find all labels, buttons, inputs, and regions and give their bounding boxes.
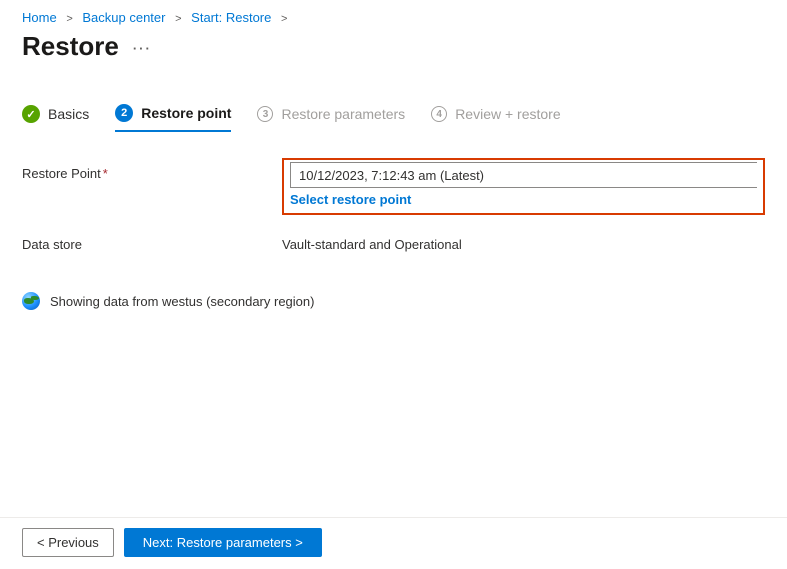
step-basics-label: Basics	[48, 106, 89, 122]
highlight-callout: Select restore point	[282, 158, 765, 215]
wizard-footer: < Previous Next: Restore parameters >	[0, 517, 787, 569]
check-icon	[22, 105, 40, 123]
restore-point-input[interactable]	[290, 162, 757, 188]
restore-point-label: Restore Point*	[22, 162, 282, 181]
wizard-steps: Basics 2 Restore point 3 Restore paramet…	[0, 70, 787, 132]
breadcrumb-backup-center[interactable]: Backup center	[82, 10, 165, 25]
step-badge: 2	[115, 104, 133, 122]
data-store-value: Vault-standard and Operational	[282, 233, 462, 252]
step-basics[interactable]: Basics	[22, 105, 89, 131]
chevron-right-icon: >	[281, 13, 287, 25]
step-restore-parameters-label: Restore parameters	[281, 106, 405, 122]
step-restore-point-label: Restore point	[141, 105, 231, 121]
breadcrumb: Home > Backup center > Start: Restore >	[0, 0, 787, 29]
breadcrumb-start-restore[interactable]: Start: Restore	[191, 10, 271, 25]
select-restore-point-link[interactable]: Select restore point	[290, 192, 411, 207]
step-badge: 4	[431, 106, 447, 122]
required-indicator: *	[103, 166, 108, 181]
step-review-label: Review + restore	[455, 106, 560, 122]
next-button[interactable]: Next: Restore parameters >	[124, 528, 322, 557]
previous-button[interactable]: < Previous	[22, 528, 114, 557]
region-note-text: Showing data from westus (secondary regi…	[50, 294, 314, 309]
step-review: 4 Review + restore	[431, 106, 560, 130]
page-title: Restore	[22, 31, 119, 62]
chevron-right-icon: >	[175, 13, 181, 25]
breadcrumb-home[interactable]: Home	[22, 10, 57, 25]
step-restore-parameters: 3 Restore parameters	[257, 106, 405, 130]
more-actions-button[interactable]: ···	[133, 41, 152, 56]
globe-icon	[22, 292, 40, 310]
step-badge: 3	[257, 106, 273, 122]
chevron-right-icon: >	[66, 13, 72, 25]
step-restore-point[interactable]: 2 Restore point	[115, 104, 231, 132]
data-store-label: Data store	[22, 233, 282, 252]
